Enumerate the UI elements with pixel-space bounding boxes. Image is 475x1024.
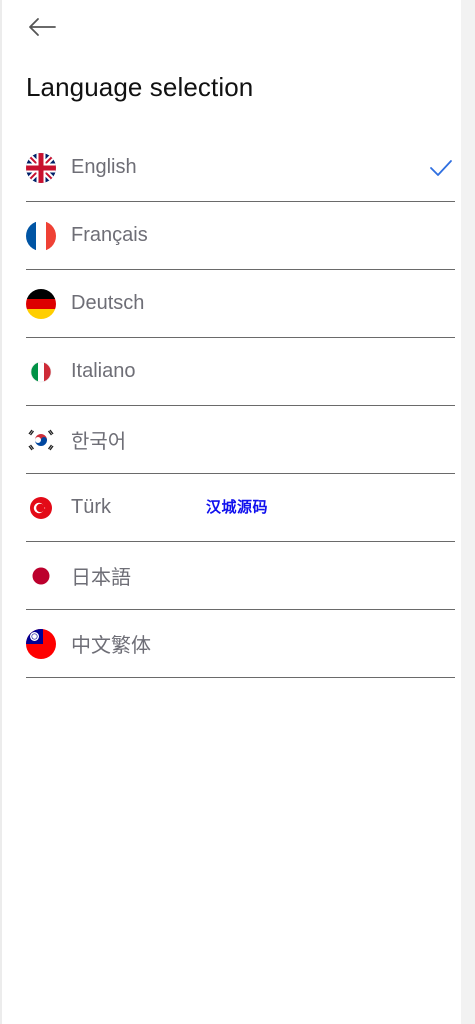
japan-flag-icon <box>26 561 56 591</box>
germany-flag-icon <box>26 288 56 319</box>
language-label: 中文繁体 <box>71 635 151 657</box>
language-item-japanese[interactable]: 日本語 <box>26 542 455 610</box>
back-button[interactable] <box>26 14 58 40</box>
language-item-french[interactable]: Français <box>26 202 455 270</box>
page-title: Language selection <box>26 72 254 102</box>
app-screen: Language selection English Français Deut… <box>0 0 475 1024</box>
language-label: Italiano <box>71 360 136 382</box>
watermark-text: 汉城源码 <box>206 499 269 516</box>
language-label: English <box>71 156 137 178</box>
language-label: 한국어 <box>71 431 127 453</box>
language-label: Français <box>71 224 148 246</box>
language-label: 日本語 <box>71 567 131 589</box>
france-flag-icon <box>26 220 56 251</box>
checkmark-icon <box>430 159 452 176</box>
language-item-english[interactable]: English <box>26 134 455 202</box>
language-label: Türk <box>71 496 111 518</box>
language-item-german[interactable]: Deutsch <box>26 270 455 338</box>
italy-flag-icon <box>26 357 56 387</box>
taiwan-flag-icon <box>26 628 56 659</box>
language-list: English Français Deutsch Italiano 한국어 Tü… <box>26 134 455 678</box>
language-item-italian[interactable]: Italiano <box>26 338 455 406</box>
language-label: Deutsch <box>71 292 145 314</box>
korea-flag-icon <box>26 424 56 455</box>
turkey-flag-icon <box>26 493 56 523</box>
arrow-left-icon <box>29 18 56 36</box>
language-item-korean[interactable]: 한국어 <box>26 406 455 474</box>
language-item-chinese-traditional[interactable]: 中文繁体 <box>26 610 455 678</box>
uk-flag-icon <box>26 152 56 183</box>
